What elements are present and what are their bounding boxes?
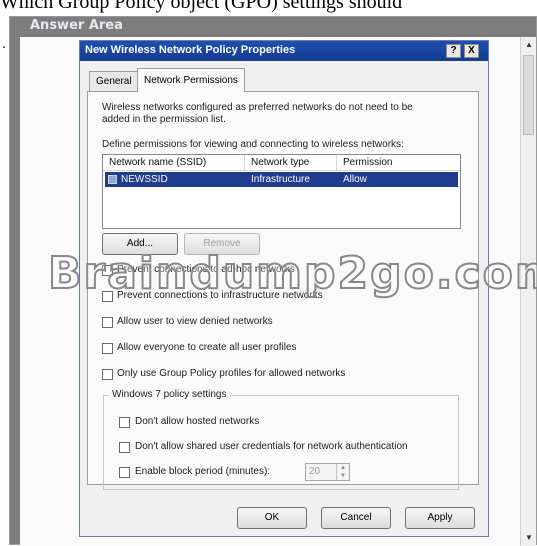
row-ssid: NEWSSID [121,174,168,185]
apply-button[interactable]: Apply [405,507,475,529]
cancel-button[interactable]: Cancel [321,507,391,529]
watermark: Braindump2go.com [47,247,537,300]
table-row[interactable]: NEWSSID Infrastructure Allow [105,172,458,187]
checkbox-gp-profiles-only[interactable] [102,369,113,380]
row-permission: Allow [343,174,367,185]
checkbox-no-hosted-networks-label: Don't allow hosted networks [135,416,260,427]
tab-general[interactable]: General [89,71,139,91]
close-button[interactable]: X [464,44,479,58]
spinner-arrows-icon[interactable]: ▲ ▼ [336,464,349,480]
checkbox-everyone-profiles-label: Allow everyone to create all user profil… [117,342,297,353]
checkbox-view-denied-label: Allow user to view denied networks [117,316,273,327]
help-button[interactable]: ? [446,44,461,58]
column-header-type[interactable]: Network type [245,155,337,171]
column-header-permission[interactable]: Permission [337,155,460,171]
intro-line-1: Wireless networks configured as preferre… [102,102,413,113]
checkbox-no-shared-credentials-label: Don't allow shared user credentials for … [135,441,408,452]
windows7-policy-group-title: Windows 7 policy settings [109,389,230,401]
checkbox-enable-block-period[interactable] [119,467,130,478]
checkbox-view-denied[interactable] [102,317,113,328]
question-text: Which Group Policy object (GPO) settings… [0,0,403,13]
checkbox-everyone-profiles[interactable] [102,343,113,354]
network-list[interactable]: Network name (SSID) Network type Permiss… [102,154,461,229]
ok-button[interactable]: OK [237,507,307,529]
block-period-spinner[interactable]: 20 ▲ ▼ [305,463,350,481]
checkbox-gp-profiles-only-label: Only use Group Policy profiles for allow… [117,368,346,379]
block-period-value: 20 [309,466,321,477]
dialog-titlebar[interactable]: New Wireless Network Policy Properties ?… [80,41,488,61]
scroll-thumb[interactable] [523,55,534,135]
column-header-ssid[interactable]: Network name (SSID) [103,155,245,171]
define-permissions-label: Define permissions for viewing and conne… [102,139,404,150]
intro-line-2: added in the permission list. [102,114,226,125]
dialog-title: New Wireless Network Policy Properties [85,44,296,56]
checkbox-enable-block-period-label: Enable block period (minutes): [135,466,271,477]
answer-area-title: Answer Area [30,18,123,33]
left-mark: . [2,35,6,51]
checkbox-no-hosted-networks[interactable] [119,417,130,428]
scroll-down-icon[interactable]: ▼ [521,530,537,546]
checkbox-no-shared-credentials[interactable] [119,442,130,453]
network-icon [108,175,117,184]
tab-network-permissions[interactable]: Network Permissions [137,68,245,92]
scroll-up-icon[interactable]: ▲ [521,37,537,53]
row-type: Infrastructure [251,174,310,185]
